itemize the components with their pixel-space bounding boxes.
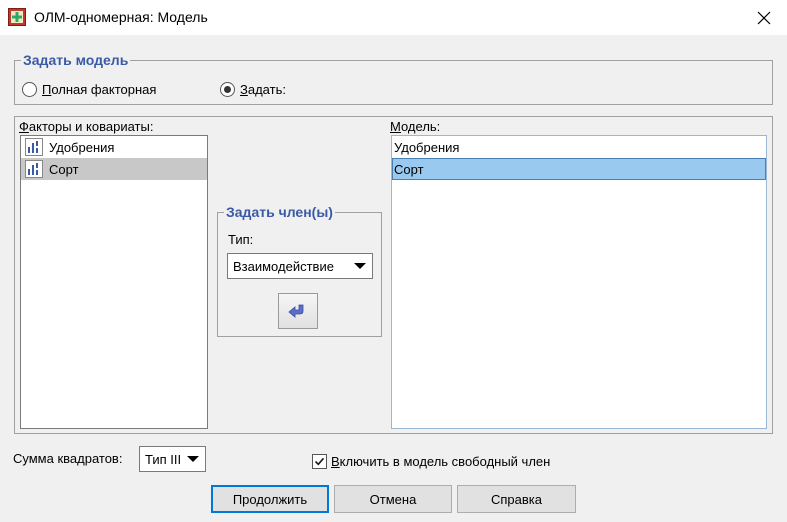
move-right-arrow-icon [288, 304, 304, 318]
nominal-variable-icon [25, 138, 43, 156]
app-icon [8, 8, 26, 26]
type-label: Тип: [228, 232, 254, 247]
factors-listbox[interactable]: Удобрения Сорт [20, 135, 208, 429]
model-listbox[interactable]: Удобрения Сорт [391, 135, 767, 429]
factor-item-label: Сорт [49, 161, 79, 177]
radio-full-factorial-circle[interactable] [22, 82, 37, 97]
include-intercept-checkbox[interactable] [312, 454, 327, 469]
add-term-button[interactable] [278, 293, 318, 329]
chevron-down-icon [187, 456, 199, 462]
model-item-label: Удобрения [394, 139, 460, 155]
build-term-group: Задать член(ы) Тип: Взаимодействие [217, 204, 382, 337]
close-icon [757, 11, 771, 24]
continue-button[interactable]: Продолжить [211, 485, 329, 513]
build-term-legend: Задать член(ы) [224, 204, 335, 220]
include-intercept-checkbox-row[interactable]: Включить в модель свободный член [312, 454, 550, 469]
sum-of-squares-dropdown[interactable]: Тип III [139, 446, 206, 472]
model-item-label: Сорт [394, 161, 424, 177]
sum-of-squares-label: Сумма квадратов: [13, 451, 123, 466]
radio-full-factorial-label: Полная факторная [42, 82, 157, 97]
window-title: ОЛМ-одномерная: Модель [34, 9, 208, 25]
dialog-window: ОЛМ-одномерная: Модель Задать модель Пол… [0, 0, 787, 522]
checkmark-icon [314, 457, 325, 466]
nominal-variable-icon [25, 160, 43, 178]
cancel-button[interactable]: Отмена [334, 485, 452, 513]
factor-item-fertilizer[interactable]: Удобрения [21, 136, 207, 158]
model-label: Модель: [390, 119, 441, 134]
model-item-variety[interactable]: Сорт [392, 158, 766, 180]
close-button[interactable] [741, 0, 787, 35]
help-button[interactable]: Справка [457, 485, 576, 513]
radio-full-factorial[interactable]: Полная факторная [22, 82, 156, 97]
include-intercept-label: Включить в модель свободный член [331, 454, 551, 469]
radio-custom[interactable]: Задать: [220, 82, 286, 97]
specify-model-group: Задать модель Полная факторная Задать: [14, 52, 773, 105]
model-item-fertilizer[interactable]: Удобрения [392, 136, 766, 158]
factor-item-variety[interactable]: Сорт [21, 158, 207, 180]
title-bar: ОЛМ-одномерная: Модель [0, 0, 787, 35]
term-type-dropdown[interactable]: Взаимодействие [227, 253, 373, 279]
chevron-down-icon [354, 263, 366, 269]
radio-custom-circle[interactable] [220, 82, 235, 97]
radio-custom-label: Задать: [240, 82, 286, 97]
factors-label: Факторы и ковариаты: [19, 119, 154, 134]
term-type-value: Взаимодействие [233, 258, 334, 274]
specify-model-legend: Задать модель [21, 52, 131, 68]
sum-of-squares-value: Тип III [145, 451, 182, 467]
factor-item-label: Удобрения [49, 139, 115, 155]
